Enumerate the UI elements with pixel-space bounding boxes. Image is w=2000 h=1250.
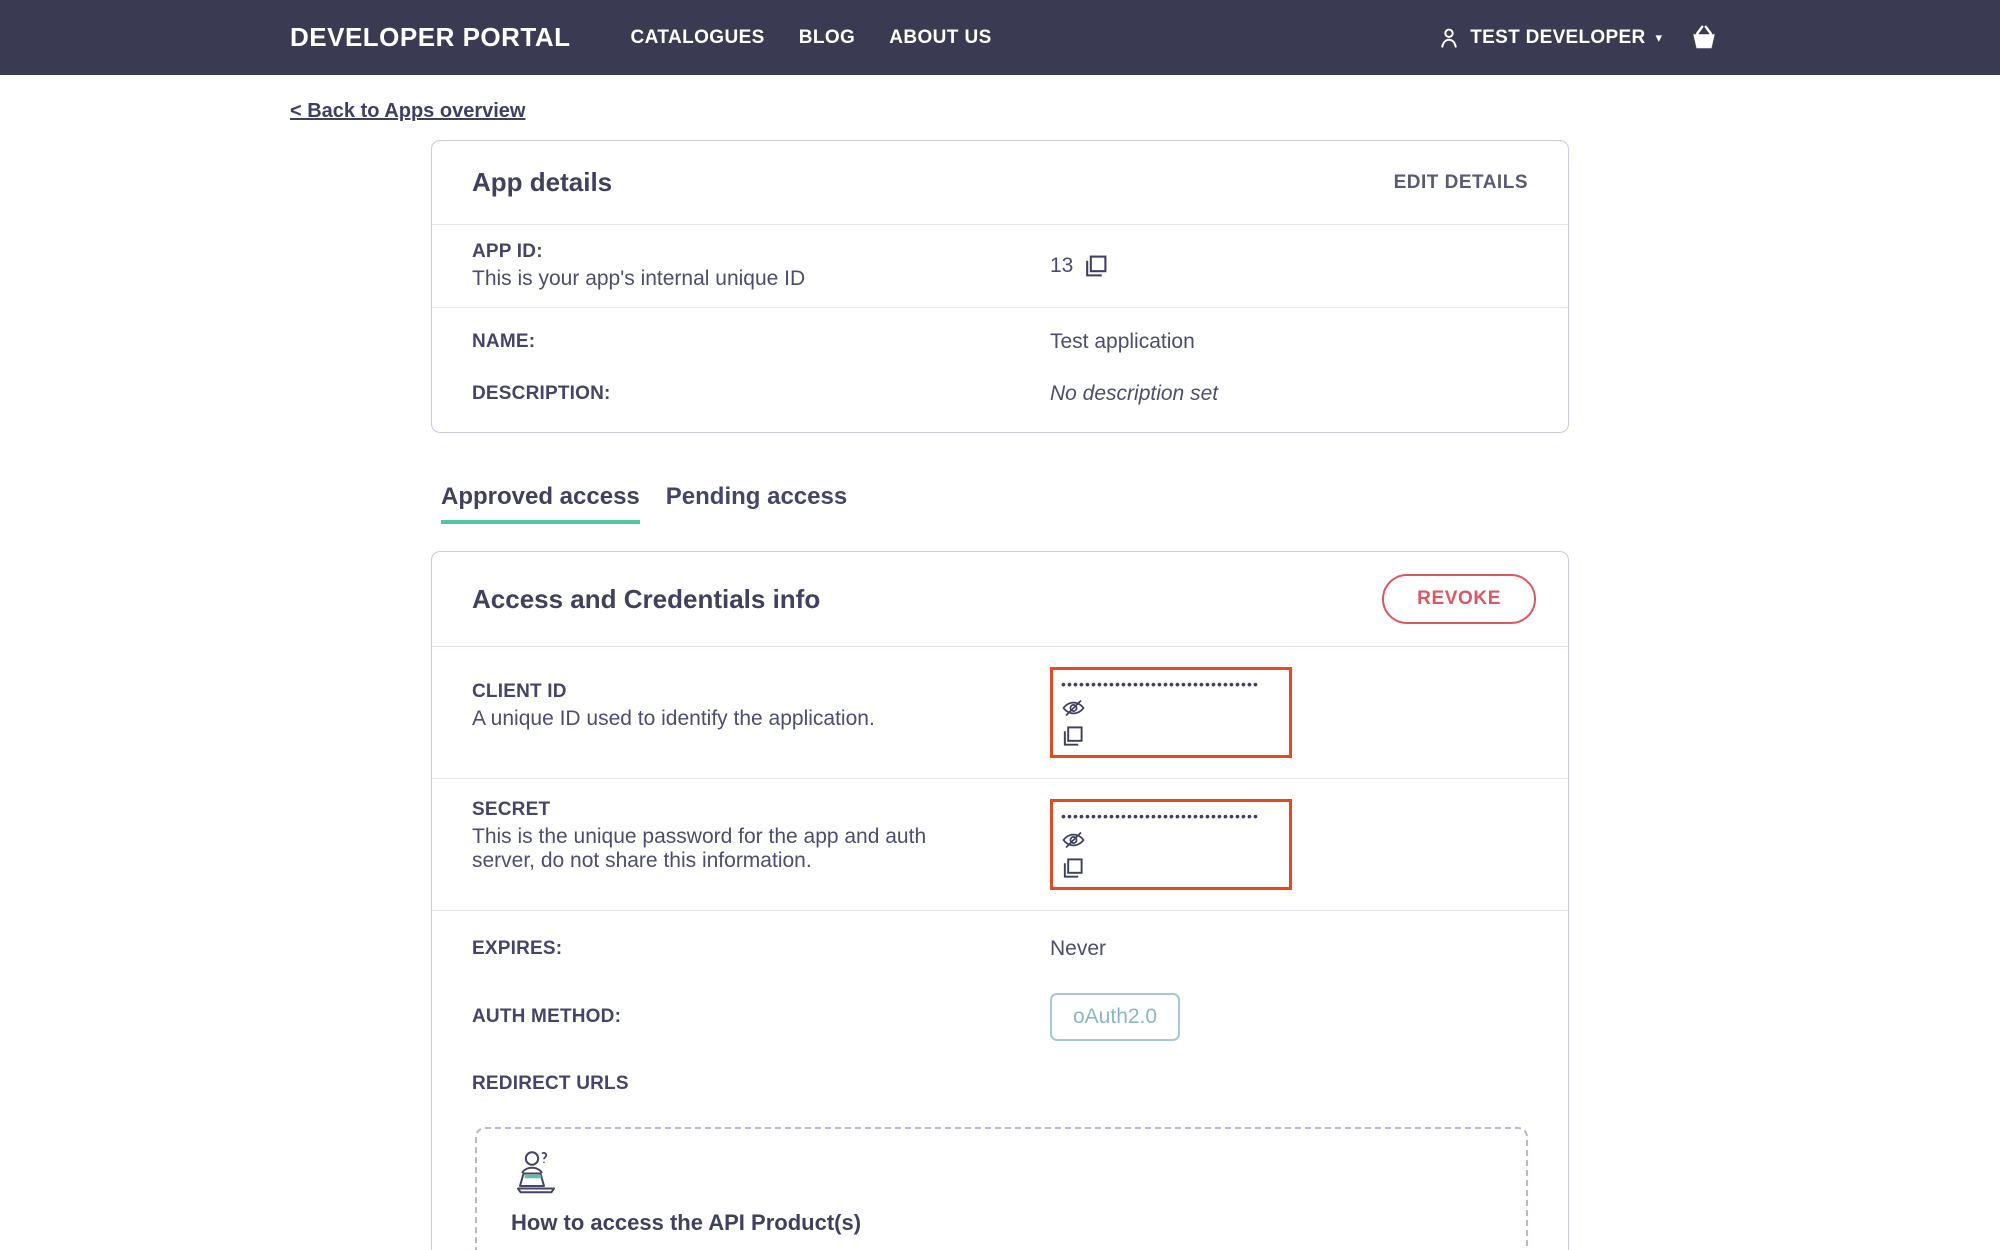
auth-method-badge: oAuth2.0	[1050, 993, 1181, 1041]
client-id-label: CLIENT ID	[472, 681, 567, 702]
description-value: No description set	[1050, 382, 1219, 405]
expires-row: EXPIRES: Never	[432, 911, 1568, 975]
top-nav: DEVELOPER PORTAL CATALOGUES BLOG ABOUT U…	[0, 0, 2000, 75]
secret-description: This is the unique password for the app …	[472, 825, 927, 872]
nav-item-catalogues[interactable]: CATALOGUES	[631, 27, 765, 49]
redirect-urls-row: REDIRECT URLS	[432, 1059, 1568, 1105]
redirect-urls-label: REDIRECT URLS	[472, 1073, 629, 1094]
description-label: DESCRIPTION:	[472, 383, 611, 404]
secret-masked-value: •••••••••••••••••••••••••••••••••	[1061, 808, 1260, 824]
credentials-card: Access and Credentials info REVOKE CLIEN…	[431, 551, 1569, 1250]
secret-row: SECRET This is the unique password for t…	[432, 779, 1568, 910]
page-body: < Back to Apps overview App details EDIT…	[290, 75, 1710, 1250]
how-to-access-box: How to access the API Product(s) Copy pa…	[475, 1127, 1528, 1250]
name-value: Test application	[1050, 330, 1195, 353]
name-row: NAME: Test application	[432, 308, 1568, 362]
app-id-row: APP ID: This is your app's internal uniq…	[432, 225, 1568, 307]
brand-logo[interactable]: DEVELOPER PORTAL	[290, 22, 571, 53]
description-row: DESCRIPTION: No description set	[432, 362, 1568, 432]
user-icon	[1436, 25, 1462, 51]
auth-method-row: AUTH METHOD: oAuth2.0	[432, 975, 1568, 1059]
client-id-masked-box: •••••••••••••••••••••••••••••••••	[1050, 667, 1292, 758]
nav-item-blog[interactable]: BLOG	[799, 27, 856, 49]
expires-label: EXPIRES:	[472, 938, 563, 959]
basket-icon[interactable]	[1688, 23, 1720, 53]
app-details-title: App details	[472, 167, 613, 197]
client-id-row: CLIENT ID A unique ID used to identify t…	[432, 647, 1568, 778]
nav-right: TEST DEVELOPER ▾	[1436, 23, 1720, 53]
eye-off-icon[interactable]	[1061, 697, 1086, 722]
client-id-description: A unique ID used to identify the applica…	[472, 707, 875, 730]
nav-item-about-us[interactable]: ABOUT US	[889, 27, 991, 49]
how-to-title: How to access the API Product(s)	[511, 1210, 862, 1235]
chevron-down-icon: ▾	[1655, 29, 1662, 45]
secret-label: SECRET	[472, 799, 551, 820]
app-id-description: This is your app's internal unique ID	[472, 267, 806, 290]
name-label: NAME:	[472, 331, 536, 352]
tab-approved-access[interactable]: Approved access	[441, 483, 640, 524]
app-id-label: APP ID:	[472, 241, 543, 262]
nav-menu: CATALOGUES BLOG ABOUT US	[631, 27, 992, 49]
auth-method-label: AUTH METHOD:	[472, 1006, 622, 1027]
user-menu[interactable]: TEST DEVELOPER ▾	[1436, 25, 1662, 51]
app-details-card: App details EDIT DETAILS APP ID: This is…	[431, 140, 1569, 433]
copy-icon[interactable]	[1061, 725, 1086, 750]
tab-pending-access[interactable]: Pending access	[666, 483, 847, 524]
copy-icon[interactable]	[1061, 857, 1086, 882]
user-name: TEST DEVELOPER	[1470, 26, 1646, 48]
edit-details-button[interactable]: EDIT DETAILS	[1394, 172, 1528, 194]
client-id-masked-value: •••••••••••••••••••••••••••••••••	[1061, 676, 1260, 692]
expires-value: Never	[1050, 937, 1107, 960]
secret-masked-box: •••••••••••••••••••••••••••••••••	[1050, 799, 1292, 890]
eye-off-icon[interactable]	[1061, 829, 1086, 854]
developer-question-icon	[511, 1149, 561, 1200]
access-tabs: Approved access Pending access	[441, 483, 1569, 524]
app-id-value: 13	[1050, 254, 1074, 277]
credentials-title: Access and Credentials info	[472, 583, 821, 614]
back-to-apps-link[interactable]: < Back to Apps overview	[290, 100, 525, 123]
revoke-button[interactable]: REVOKE	[1382, 574, 1536, 624]
copy-icon[interactable]	[1083, 254, 1108, 279]
